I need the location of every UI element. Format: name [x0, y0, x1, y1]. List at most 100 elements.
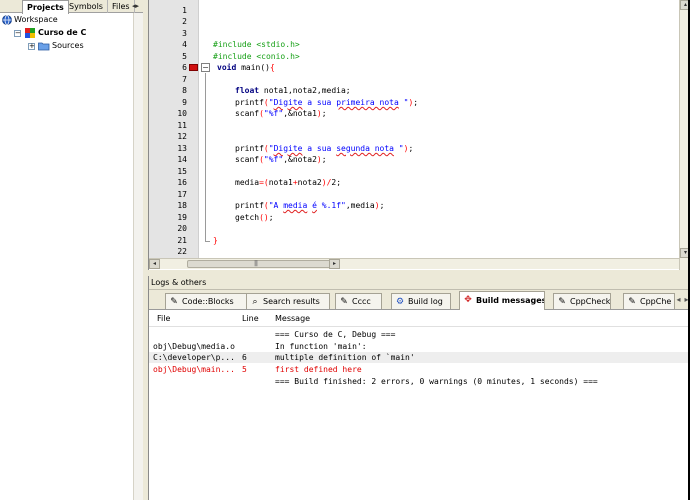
semicolon: ;: [379, 201, 385, 210]
code-line-16: media=(nota1+nota2)/2;: [235, 177, 341, 188]
fold-end-mark: [205, 241, 210, 242]
code-line-4: #include <stdio.h>: [213, 39, 300, 50]
message-row[interactable]: obj\Debug\media.o In function 'main':: [149, 341, 690, 352]
expand-icon[interactable]: +: [28, 43, 35, 50]
editor-horizontal-scrollbar[interactable]: ◂ ||| ▸: [149, 258, 679, 269]
message-line: 5: [242, 365, 247, 374]
tab-cccc[interactable]: ✎ Cccc: [335, 293, 382, 309]
message-file: obj\Debug\main...: [153, 365, 235, 374]
string-literal: a sua: [302, 98, 337, 107]
tab-scroll-left-icon[interactable]: ◂: [675, 295, 682, 305]
line-number: 11: [177, 121, 187, 130]
tab-label: CppCheck: [570, 297, 611, 306]
code-token: ,&nota1: [283, 109, 317, 118]
project-icon: [25, 28, 35, 38]
horizontal-scroll-thumb[interactable]: [187, 260, 337, 268]
string-literal: ": [398, 98, 409, 107]
paren: (): [259, 213, 269, 222]
message-text: multiple definition of `main': [275, 353, 415, 362]
tab-label: Search results: [263, 297, 320, 306]
tab-label: Build log: [408, 297, 443, 306]
column-header-message[interactable]: Message: [275, 311, 310, 327]
message-file: C:\developer\p...: [153, 353, 235, 362]
message-row[interactable]: === Curso de C, Debug ===: [149, 329, 690, 340]
error-marker-icon[interactable]: [189, 64, 198, 71]
message-row[interactable]: C:\developer\p... 6 multiple definition …: [149, 352, 690, 363]
line-number: 20: [177, 224, 187, 233]
tab-cppcheck[interactable]: ✎ CppCheck: [553, 293, 611, 309]
code-editor[interactable]: 1 2 3 4 5 6 7 8 9 10 11 12 13 14 15 16 1…: [148, 0, 690, 270]
line-number: 10: [177, 109, 187, 118]
line-number: 5: [182, 52, 187, 61]
message-row[interactable]: === Build finished: 2 errors, 0 warnings…: [149, 376, 690, 387]
pin-icon: ✥: [464, 295, 472, 305]
tab-code-blocks[interactable]: ✎ Code::Blocks: [165, 293, 249, 309]
pencil-icon: ✎: [340, 297, 348, 307]
code-line-9: printf("Digite a sua primeira nota ");: [235, 97, 418, 108]
preprocessor-directive: #include <conio.h>: [213, 52, 300, 61]
brace: {: [269, 63, 275, 72]
code-token: main(): [236, 63, 270, 72]
scroll-right-icon[interactable]: ▸: [329, 259, 340, 269]
tab-build-log[interactable]: ⚙ Build log: [391, 293, 451, 309]
code-line-13: printf("Digite a sua segunda nota ");: [235, 143, 413, 154]
management-tabs: Projects Symbols Files ◂▸: [0, 0, 143, 14]
tab-search-results[interactable]: ⌕ Search results: [246, 293, 330, 309]
string-literal: "%f": [263, 155, 284, 164]
line-number: 3: [182, 29, 187, 38]
code-line-14: scanf("%f",&nota2);: [235, 154, 327, 165]
semicolon: ;: [413, 98, 419, 107]
fold-collapse-icon[interactable]: −: [201, 63, 210, 72]
code-text[interactable]: #include <stdio.h> #include <conio.h> vo…: [213, 0, 418, 245]
code-line-6: void main(){: [217, 62, 275, 73]
function-name: printf: [235, 201, 264, 210]
line-number: 6: [182, 63, 187, 72]
function-name: scanf: [235, 109, 260, 118]
workspace-icon: [2, 15, 12, 25]
code-line-19: getch();: [235, 212, 274, 223]
tab-files[interactable]: Files: [108, 0, 135, 13]
code-token: ,&nota2: [283, 155, 317, 164]
scroll-left-icon[interactable]: ◂: [149, 259, 160, 269]
keyword: float: [235, 86, 260, 95]
preprocessor-directive: #include <stdio.h>: [213, 40, 300, 49]
code-token: media: [235, 178, 260, 187]
line-number: 12: [177, 132, 187, 141]
keyword: void: [217, 63, 237, 72]
pencil-icon: ✎: [170, 297, 178, 307]
string-literal: %.1f": [316, 201, 346, 210]
line-number: 17: [177, 190, 187, 199]
logs-tab-bar: ✎ Code::Blocks ⌕ Search results ✎ Cccc ⚙ Bui…: [149, 290, 690, 310]
spelling-error: Digite: [273, 98, 303, 107]
tree-label-workspace: Workspace: [14, 15, 58, 24]
line-number: 4: [182, 40, 187, 49]
string-literal: "%f": [263, 109, 284, 118]
line-number: 13: [177, 144, 187, 153]
column-header-line[interactable]: Line: [242, 311, 259, 327]
brace: }: [213, 236, 218, 245]
message-row-error[interactable]: obj\Debug\main... 5 first defined here: [149, 364, 690, 375]
code-line-21: }: [213, 235, 218, 246]
column-header-file[interactable]: File: [157, 311, 170, 327]
code-token: ,media: [345, 201, 375, 210]
left-vertical-scrollbar[interactable]: [133, 13, 143, 500]
message-line: 6: [242, 353, 247, 362]
tab-symbols[interactable]: Symbols: [65, 0, 108, 13]
tab-cppcheck-2[interactable]: ✎ CppChe: [623, 293, 675, 309]
logs-panel: Logs & others ✎ Code::Blocks ⌕ Search resu…: [148, 276, 690, 500]
semicolon: ;: [336, 178, 342, 187]
tree-label-sources: Sources: [52, 41, 84, 50]
tab-projects[interactable]: Projects: [22, 0, 69, 14]
tab-label: Code::Blocks: [182, 297, 234, 306]
line-number: 15: [177, 167, 187, 176]
line-number: 1: [182, 6, 187, 15]
string-literal: "A: [268, 201, 284, 210]
collapse-icon[interactable]: −: [14, 30, 21, 37]
semicolon: ;: [408, 144, 414, 153]
line-number: 18: [177, 201, 187, 210]
tab-scroll-icon[interactable]: ◂▸: [132, 2, 141, 11]
operator: =(: [259, 178, 269, 187]
spelling-error: media: [283, 201, 308, 210]
tab-build-messages[interactable]: ✥ Build messages: [459, 291, 545, 310]
message-text: === Curso de C, Debug ===: [275, 330, 396, 339]
